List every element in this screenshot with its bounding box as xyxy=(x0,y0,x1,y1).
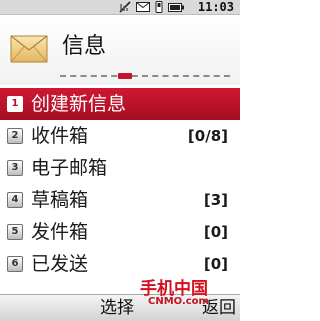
watermark-subtext: CNMO.com xyxy=(148,296,209,307)
menu-item-label: 创建新信息 xyxy=(31,93,127,115)
menu-item-drafts[interactable]: 4 草稿箱 [3] xyxy=(0,184,240,216)
menu-item-number: 3 xyxy=(7,160,23,176)
menu-item-number: 4 xyxy=(7,192,23,208)
menu-item-count: [0/8] xyxy=(187,127,228,145)
watermark-logo: 手机中国 CNMO.com xyxy=(140,270,240,314)
menu-item-outbox[interactable]: 5 发件箱 [0] xyxy=(0,216,240,248)
status-bar: 11:03 xyxy=(0,0,240,15)
menu-item-create-message[interactable]: 1 创建新信息 xyxy=(0,88,240,120)
page-indicator xyxy=(60,73,230,79)
menu-item-label: 收件箱 xyxy=(31,125,89,147)
menu-item-number: 6 xyxy=(7,256,23,272)
header: 信息 xyxy=(0,15,240,85)
menu-item-email[interactable]: 3 电子邮箱 xyxy=(0,152,240,184)
menu-item-number: 2 xyxy=(7,128,23,144)
menu-item-number: 1 xyxy=(7,96,23,112)
menu-item-count: [3] xyxy=(203,191,228,209)
status-icons xyxy=(118,1,184,13)
phone-status-icon xyxy=(155,1,163,13)
envelope-icon xyxy=(10,35,48,63)
menu-item-label: 草稿箱 xyxy=(31,189,89,211)
status-time: 11:03 xyxy=(197,0,234,14)
page-indicator-track xyxy=(60,75,230,77)
signal-off-icon xyxy=(119,1,131,13)
menu-item-count: [0] xyxy=(203,223,228,241)
menu-item-inbox[interactable]: 2 收件箱 [0/8] xyxy=(0,120,240,152)
envelope-status-icon xyxy=(136,2,150,12)
page-title: 信息 xyxy=(62,34,107,59)
menu-item-label: 发件箱 xyxy=(31,221,89,243)
page-indicator-marker xyxy=(118,73,132,79)
message-menu: 1 创建新信息 2 收件箱 [0/8] 3 电子邮箱 4 草稿箱 [3] 5 发… xyxy=(0,88,240,280)
menu-item-label: 电子邮箱 xyxy=(31,157,108,179)
select-softkey[interactable]: 选择 xyxy=(100,297,134,319)
battery-icon xyxy=(168,2,184,12)
menu-item-number: 5 xyxy=(7,224,23,240)
